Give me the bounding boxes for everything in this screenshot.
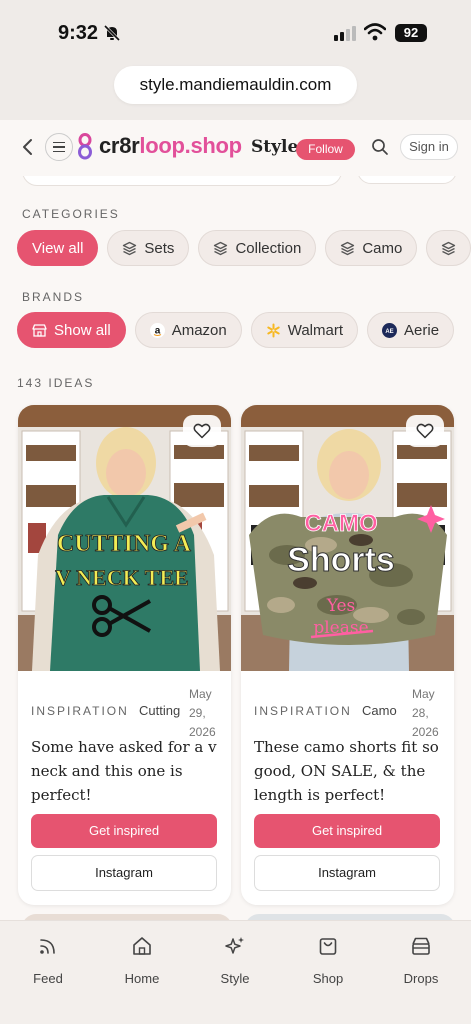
partial-search-field[interactable]	[22, 176, 342, 186]
instagram-button[interactable]: Instagram	[31, 855, 217, 891]
categories-label: CATEGORIES	[22, 207, 120, 221]
chip-label: Amazon	[171, 321, 227, 339]
chip-label: View all	[32, 239, 84, 257]
layers-icon	[213, 241, 228, 256]
favorite-heart-icon[interactable]	[406, 415, 444, 447]
menu-icon-line	[53, 150, 65, 153]
page: 9:32 92 style.mandiemauldin.com cr8rloop…	[0, 0, 471, 1024]
brands-label: BRANDS	[22, 290, 85, 304]
image-text-line2: Shorts	[287, 541, 395, 579]
nav-label: Shop	[312, 971, 344, 986]
aerie-logo-icon: AE	[382, 322, 398, 338]
menu-icon-line	[53, 146, 65, 148]
card-type: INSPIRATION	[254, 704, 352, 718]
status-time: 9:32	[58, 22, 99, 44]
layers-icon	[122, 241, 137, 256]
card-type: INSPIRATION	[31, 704, 129, 718]
address-bar[interactable]: style.mandiemauldin.com	[114, 66, 357, 104]
sign-in-button[interactable]: Sign in	[400, 134, 458, 160]
nav-label: Style	[220, 971, 250, 986]
svg-text:AE: AE	[385, 329, 393, 335]
feed-icon	[40, 939, 55, 954]
card-caption: These camo shorts fit so good, ON SALE, …	[254, 738, 439, 804]
image-text-line1: CAMO	[304, 510, 377, 537]
card-date: May 29, 2026	[189, 687, 216, 739]
card-meta: INSPIRATION Cutting May 29, 2026	[31, 681, 221, 739]
nav-label: Home	[124, 971, 160, 986]
partial-filter-button[interactable]	[357, 176, 457, 184]
logo-text-part2: loop.shop	[139, 133, 242, 158]
loop-logo-icon	[78, 133, 92, 160]
storefront-icon	[32, 323, 47, 338]
category-chip-sets[interactable]: Sets	[107, 230, 190, 266]
card-tag: Cutting	[139, 703, 181, 718]
nav-item-drops[interactable]: Drops	[381, 935, 461, 986]
category-chips: View all Sets Collection Camo	[17, 230, 471, 266]
category-chip-camo[interactable]: Camo	[325, 230, 418, 266]
page-title: Style	[251, 137, 299, 157]
chip-label: Collection	[235, 239, 302, 257]
bottom-nav: Feed Home Style Shop Drops	[0, 920, 471, 1024]
home-icon	[133, 937, 151, 955]
amazon-logo-icon: a	[149, 322, 165, 338]
card-date: May 28, 2026	[412, 687, 439, 739]
category-chip-view-all[interactable]: View all	[17, 230, 99, 266]
shopping-bag-icon	[319, 938, 337, 955]
nav-item-shop[interactable]: Shop	[288, 935, 368, 986]
search-icon[interactable]	[371, 138, 389, 156]
muted-bell-icon	[103, 24, 121, 42]
image-text-line1: CUTTING A	[57, 531, 192, 557]
browser-chrome: 9:32 92 style.mandiemauldin.com	[0, 0, 471, 120]
walmart-spark-icon	[266, 323, 281, 338]
nav-item-feed[interactable]: Feed	[8, 935, 88, 986]
app-header: cr8rloop.shop Style Follow Sign in	[0, 120, 471, 176]
menu-button[interactable]	[45, 133, 73, 161]
layers-icon	[340, 241, 355, 256]
idea-image[interactable]: CAMO Shorts Yes please	[241, 405, 454, 671]
cellular-signal-icon	[334, 25, 356, 41]
brand-chip-amazon[interactable]: a Amazon	[134, 312, 242, 348]
idea-card[interactable]: CAMO Shorts Yes please INSPIRATION Camo …	[241, 405, 454, 905]
logo-text-part1: cr8r	[99, 133, 140, 158]
nav-label: Feed	[33, 971, 63, 986]
image-text-line3: Yes	[326, 596, 356, 616]
favorite-heart-icon[interactable]	[183, 415, 221, 447]
sparkle-icon	[225, 937, 244, 954]
drops-box-icon	[412, 937, 430, 955]
nav-item-home[interactable]: Home	[102, 935, 182, 986]
back-chevron-icon[interactable]	[18, 135, 38, 159]
brand-chip-aerie[interactable]: AE Aerie	[367, 312, 455, 348]
main-content: CATEGORIES View all Sets Collection Camo…	[0, 176, 471, 920]
chip-label: Aerie	[404, 321, 440, 339]
battery-indicator: 92	[395, 24, 427, 42]
chip-label: Walmart	[287, 321, 344, 339]
brand-chip-walmart[interactable]: Walmart	[250, 312, 359, 348]
card-meta: INSPIRATION Camo May 28, 2026	[254, 681, 444, 739]
idea-image[interactable]: CUTTING A V NECK TEE	[18, 405, 231, 671]
brand-logo[interactable]: cr8rloop.shop	[99, 133, 242, 159]
image-text-line2: V NECK TEE	[55, 565, 189, 590]
category-chip-collection[interactable]: Collection	[198, 230, 317, 266]
brand-chip-show-all[interactable]: Show all	[17, 312, 126, 348]
card-caption: Some have asked for a v neck and this on…	[31, 738, 217, 804]
chip-label: Sets	[144, 239, 175, 257]
card-tag: Camo	[362, 703, 397, 718]
category-chip-more[interactable]	[426, 230, 471, 266]
ideas-count: 143 IDEAS	[17, 376, 95, 390]
menu-icon-line	[53, 141, 65, 144]
idea-card[interactable]: CUTTING A V NECK TEE INSPIRATION Cutting…	[18, 405, 231, 905]
wifi-icon	[364, 23, 386, 41]
get-inspired-button[interactable]: Get inspired	[254, 814, 440, 848]
instagram-button[interactable]: Instagram	[254, 855, 440, 891]
follow-button[interactable]: Follow	[296, 139, 355, 160]
chip-label: Camo	[362, 239, 403, 257]
chip-label: Show all	[54, 321, 111, 339]
brand-chips: Show all a Amazon Walmart AE Aerie	[17, 312, 455, 348]
nav-label: Drops	[403, 971, 439, 986]
nav-item-style[interactable]: Style	[195, 935, 275, 986]
layers-icon	[441, 241, 456, 256]
get-inspired-button[interactable]: Get inspired	[31, 814, 217, 848]
